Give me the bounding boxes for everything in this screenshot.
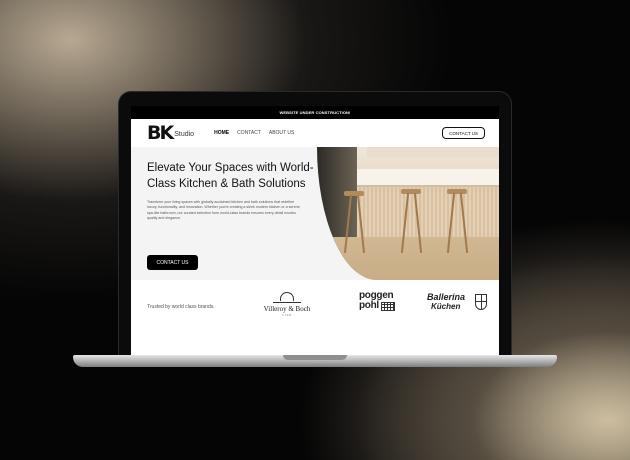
nav-item-about-us[interactable]: ABOUT US	[269, 130, 294, 136]
logo-mark: BK	[147, 122, 174, 144]
ballerina-logo: Ballerina Küchen	[427, 293, 487, 315]
arch-icon	[280, 292, 294, 301]
hero-contact-label: CONTACT US	[156, 259, 189, 266]
poggenpohl-line2: pohl	[359, 300, 379, 311]
hero-body: Transform your living spaces with global…	[147, 200, 301, 220]
header-contact-label: CONTACT US	[449, 130, 478, 136]
hero-title: Elevate Your Spaces with World-Class Kit…	[147, 162, 314, 190]
trusted-text: Trusted by world class brands.	[147, 304, 215, 310]
laptop-notch	[283, 355, 347, 360]
site-header: BK Studio HOME CONTACT ABOUT US CONTACT …	[131, 119, 499, 147]
laptop-screen: WEBSITE UNDER CONSTRUCTION! BK Studio HO…	[131, 106, 499, 356]
announcement-text: WEBSITE UNDER CONSTRUCTION!	[279, 110, 351, 115]
logo-studio-text: Studio	[174, 130, 195, 138]
villeroy-boch-logo: Villeroy & Boch 1748	[259, 292, 315, 317]
main-menu: HOME CONTACT ABOUT US	[214, 130, 294, 136]
brands-section: Trusted by world class brands. Villeroy …	[131, 280, 499, 356]
hero-contact-button[interactable]: CONTACT US	[147, 255, 198, 270]
nav-item-home[interactable]: HOME	[214, 130, 229, 136]
nav-item-contact[interactable]: CONTACT	[237, 130, 261, 136]
hero-section: Elevate Your Spaces with World-Class Kit…	[131, 147, 499, 280]
crest-icon	[475, 294, 487, 310]
villeroy-sub: 1748	[282, 314, 292, 317]
hero-kitchen-image	[317, 147, 499, 280]
header-contact-button[interactable]: CONTACT US	[442, 127, 485, 139]
grid-icon	[380, 301, 395, 311]
hero-text: Elevate Your Spaces with World-Class Kit…	[147, 161, 317, 221]
announcement-bar: WEBSITE UNDER CONSTRUCTION!	[131, 106, 499, 119]
logo[interactable]: BK Studio	[147, 122, 194, 144]
villeroy-name: Villeroy & Boch	[263, 305, 311, 313]
poggenpohl-logo: poggen pohl	[359, 291, 399, 311]
